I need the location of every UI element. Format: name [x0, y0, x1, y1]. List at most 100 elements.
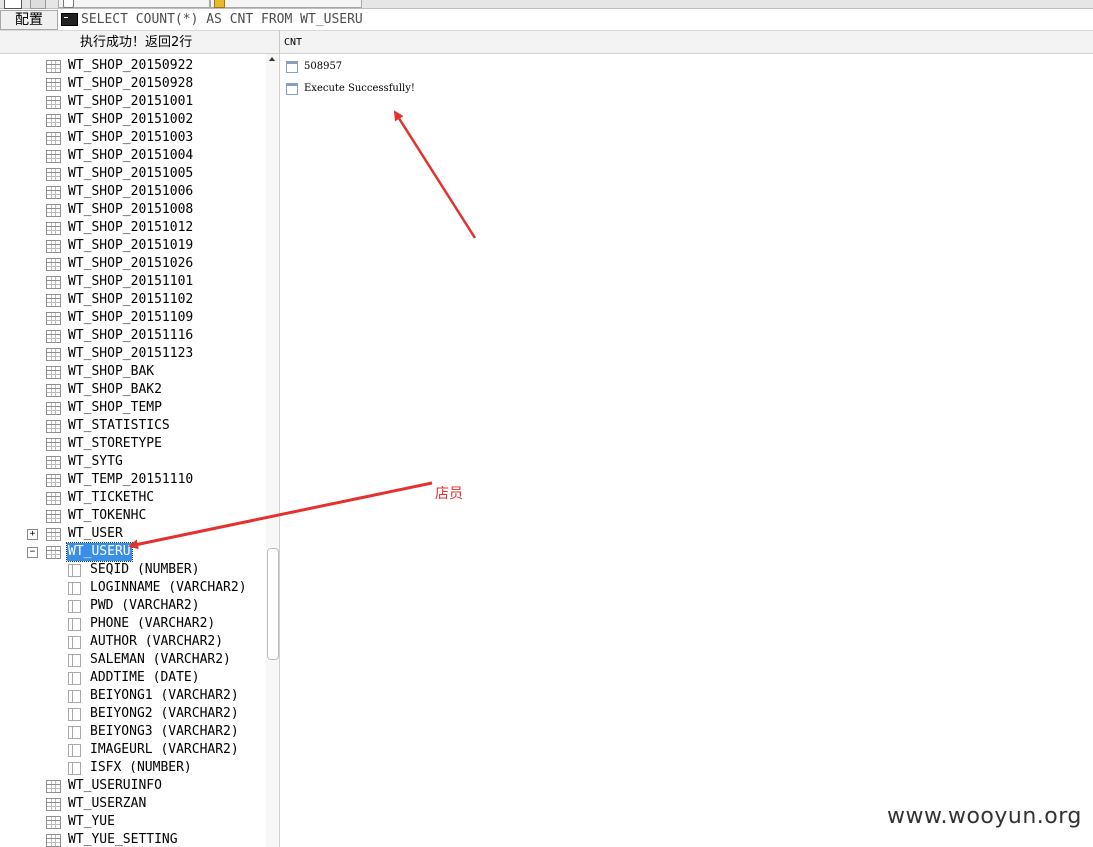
column-icon: [68, 725, 81, 739]
query-input[interactable]: SELECT COUNT(*) AS CNT FROM WT_USERU: [81, 11, 363, 29]
tree-item-table[interactable]: WT_TEMP_20151110: [46, 471, 194, 489]
table-icon: [46, 311, 61, 325]
table-icon: [46, 293, 61, 307]
tree-item-table[interactable]: WT_SHOP_BAK: [46, 363, 155, 381]
table-label: WT_SHOP_20150928: [68, 76, 194, 91]
table-label: WT_USERU: [66, 542, 133, 562]
tree-item-table[interactable]: WT_SYTG: [46, 453, 124, 471]
table-icon: [46, 455, 61, 469]
tree-item-table[interactable]: WT_SHOP_20151012: [46, 219, 194, 237]
expand-icon[interactable]: +: [27, 529, 38, 540]
watermark: www.wooyun.org: [887, 804, 1082, 829]
tab-strip: [0, 0, 1093, 9]
tree-item-table[interactable]: WT_SHOP_20151019: [46, 237, 194, 255]
tree-item-table[interactable]: WT_SHOP_20151002: [46, 111, 194, 129]
tree-item-table[interactable]: WT_SHOP_BAK2: [46, 381, 163, 399]
tree-item-table[interactable]: WT_STORETYPE: [46, 435, 163, 453]
row-icon: [286, 83, 298, 95]
tree-item-column[interactable]: BEIYONG1 (VARCHAR2): [68, 687, 240, 705]
column-icon: [68, 689, 81, 703]
table-label: WT_SHOP_20151003: [68, 130, 194, 145]
tree-item-table[interactable]: WT_TOKENHC: [46, 507, 147, 525]
tree-item-column[interactable]: ADDTIME (DATE): [68, 669, 201, 687]
tree-item-table[interactable]: WT_USERUINFO: [46, 777, 163, 795]
table-icon: [46, 329, 61, 343]
collapse-icon[interactable]: −: [27, 547, 38, 558]
tree-item-table[interactable]: WT_SHOP_TEMP: [46, 399, 163, 417]
table-label: WT_SHOP_20151101: [68, 274, 194, 289]
tree-item-column[interactable]: SEQID (NUMBER): [68, 561, 201, 579]
tree-item-table[interactable]: WT_TICKETHC: [46, 489, 155, 507]
tree-item-column[interactable]: LOGINNAME (VARCHAR2): [68, 579, 248, 597]
tree-item-table[interactable]: WT_SHOP_20151006: [46, 183, 194, 201]
tree-item-table[interactable]: WT_SHOP_20151102: [46, 291, 194, 309]
tree-item-table[interactable]: WT_YUE_SETTING: [46, 831, 179, 847]
scrollbar-thumb[interactable]: [267, 548, 279, 660]
table-icon: [46, 149, 61, 163]
column-label: LOGINNAME (VARCHAR2): [90, 580, 247, 595]
tree-item-table[interactable]: WT_SHOP_20151004: [46, 147, 194, 165]
column-label: IMAGEURL (VARCHAR2): [90, 742, 239, 757]
tree-item-column[interactable]: SALEMAN (VARCHAR2): [68, 651, 232, 669]
tab-query-1[interactable]: [58, 0, 210, 8]
tree-item-table[interactable]: WT_SHOP_20151109: [46, 309, 194, 327]
tab-query-2[interactable]: [210, 0, 362, 8]
status-message: 执行成功！返回2行: [80, 35, 193, 50]
tree-item-column[interactable]: IMAGEURL (VARCHAR2): [68, 741, 240, 759]
table-label: WT_SHOP_20151019: [68, 238, 194, 253]
app-icon[interactable]: [4, 0, 22, 9]
tree-item-table[interactable]: WT_STATISTICS: [46, 417, 171, 435]
results-pane: 508957 Execute Successfully!: [280, 54, 1093, 847]
column-header-cnt[interactable]: CNT: [284, 36, 302, 50]
table-icon: [46, 401, 61, 415]
tree-scrollbar[interactable]: [266, 54, 279, 847]
result-cell: 508957: [304, 61, 343, 72]
table-label: WT_YUE: [68, 814, 115, 829]
result-row[interactable]: Execute Successfully!: [286, 81, 415, 97]
table-label: WT_SHOP_20151026: [68, 256, 194, 271]
tree-item-table[interactable]: WT_USERZAN: [46, 795, 147, 813]
tree-item-table[interactable]: WT_SHOP_20151116: [46, 327, 194, 345]
tree-item-table[interactable]: WT_SHOP_20151026: [46, 255, 194, 273]
status-divider: [279, 31, 280, 53]
table-label: WT_SHOP_20150922: [68, 58, 194, 73]
column-label: AUTHOR (VARCHAR2): [90, 634, 224, 649]
tree-item-table[interactable]: WT_SHOP_20151005: [46, 165, 194, 183]
column-label: PHONE (VARCHAR2): [90, 616, 216, 631]
tree-item-table[interactable]: WT_SHOP_20151101: [46, 273, 194, 291]
tree-item-table[interactable]: WT_SHOP_20151001: [46, 93, 194, 111]
tree-item-table[interactable]: WT_SHOP_20151123: [46, 345, 194, 363]
tree-item-column[interactable]: PHONE (VARCHAR2): [68, 615, 216, 633]
table-label: WT_STORETYPE: [68, 436, 162, 451]
column-label: ISFX (NUMBER): [90, 760, 192, 775]
tree-item-column[interactable]: BEIYONG3 (VARCHAR2): [68, 723, 240, 741]
table-icon: [46, 527, 61, 541]
tree-item-table[interactable]: WT_YUE: [46, 813, 116, 831]
table-icon: [46, 77, 61, 91]
table-label: WT_SHOP_20151116: [68, 328, 194, 343]
tree-item-table[interactable]: WT_SHOP_20151003: [46, 129, 194, 147]
tree-item-table-wt-useru[interactable]: WT_USERU: [46, 542, 133, 562]
table-label: WT_USERZAN: [68, 796, 147, 811]
tree-item-table-wt-user[interactable]: WT_USER: [46, 525, 124, 543]
grid-icon[interactable]: [30, 0, 46, 9]
table-label: WT_YUE_SETTING: [68, 832, 178, 847]
column-icon: [68, 761, 81, 775]
column-icon: [68, 617, 81, 631]
tree-item-column[interactable]: BEIYONG2 (VARCHAR2): [68, 705, 240, 723]
result-row[interactable]: 508957: [286, 59, 342, 75]
tree-item-table[interactable]: WT_SHOP_20151008: [46, 201, 194, 219]
tree-item-column[interactable]: ISFX (NUMBER): [68, 759, 193, 777]
scroll-up-icon[interactable]: [269, 57, 275, 61]
table-icon: [46, 257, 61, 271]
tree-item-table[interactable]: WT_SHOP_20150928: [46, 75, 194, 93]
table-label: WT_SHOP_BAK2: [68, 382, 162, 397]
table-icon: [46, 833, 61, 847]
table-icon: [46, 797, 61, 811]
tree-item-column[interactable]: AUTHOR (VARCHAR2): [68, 633, 224, 651]
tree-item-table[interactable]: WT_SHOP_20150922: [46, 57, 194, 75]
config-button[interactable]: 配置: [0, 10, 58, 30]
column-icon: [68, 635, 81, 649]
table-icon: [46, 131, 61, 145]
tree-item-column[interactable]: PWD (VARCHAR2): [68, 597, 201, 615]
